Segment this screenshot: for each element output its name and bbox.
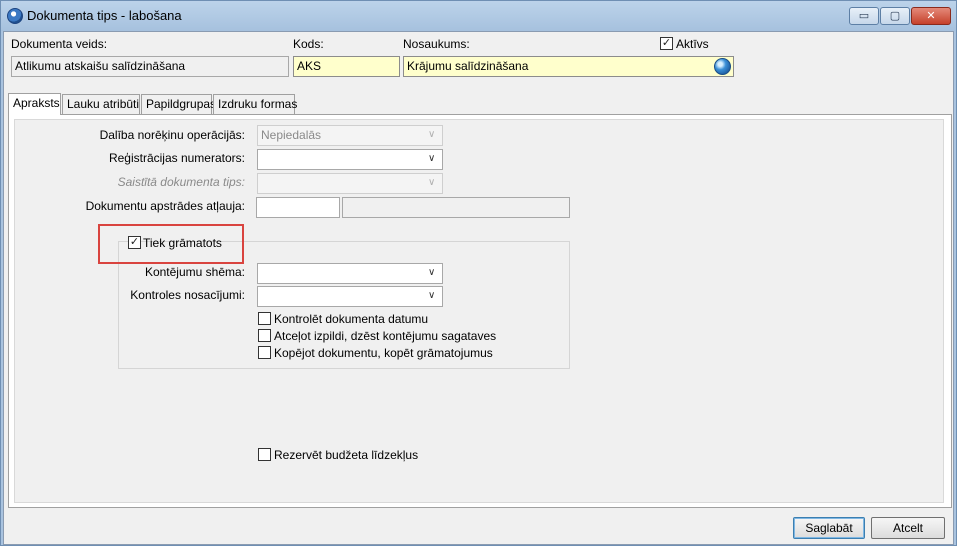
tab-additional-groups[interactable]: Papildgrupas bbox=[141, 94, 216, 114]
posting-checkbox[interactable]: ✓ bbox=[128, 236, 141, 249]
conditions-select[interactable]: ∨ bbox=[257, 286, 443, 307]
cancel-button[interactable]: Atcelt bbox=[871, 517, 945, 539]
title-bar[interactable]: Dokumenta tips - labošana ▭ ▢ ✕ bbox=[1, 1, 956, 31]
chevron-down-icon: ∨ bbox=[428, 129, 436, 140]
settlement-select: Nepiedalās ∨ bbox=[257, 125, 443, 146]
registration-select[interactable]: ∨ bbox=[257, 149, 443, 170]
window-title: Dokumenta tips - labošana bbox=[27, 8, 182, 23]
tab-apraksts[interactable]: Apraksts bbox=[8, 93, 61, 115]
reserve-budget-label: Rezervēt budžeta līdzekļus bbox=[274, 448, 419, 462]
linked-doc-select: ∨ bbox=[257, 173, 443, 194]
settlement-label: Dalība norēķinu operācijās: bbox=[99, 128, 245, 142]
conditions-label: Kontroles nosacījumi: bbox=[130, 288, 245, 302]
active-checkbox[interactable]: ✓ bbox=[660, 37, 673, 50]
reserve-budget-checkbox[interactable] bbox=[258, 448, 271, 461]
doc-type-field: Atlikumu atskaišu salīdzināšana bbox=[11, 56, 289, 77]
check-doc-date-label: Kontrolēt dokumenta datumu bbox=[274, 312, 429, 326]
chevron-down-icon[interactable]: ∨ bbox=[428, 266, 438, 280]
permission-name-field bbox=[342, 197, 570, 218]
form-area: Dalība norēķinu operācijās: Nepiedalās ∨… bbox=[14, 119, 944, 503]
dialog-body: Dokumenta veids: Atlikumu atskaišu salīd… bbox=[3, 31, 954, 545]
code-label: Kods: bbox=[293, 37, 324, 51]
close-button[interactable]: ✕ bbox=[911, 7, 951, 25]
active-label: Aktīvs bbox=[676, 37, 709, 51]
linked-doc-label: Saistītā dokumenta tips: bbox=[117, 175, 245, 189]
minimize-button[interactable]: ▭ bbox=[849, 7, 879, 25]
permission-code-input[interactable] bbox=[256, 197, 340, 218]
permission-label: Dokumentu apstrādes atļauja: bbox=[85, 199, 245, 213]
registration-label: Reģistrācijas numerators: bbox=[108, 151, 245, 165]
code-input[interactable]: AKS bbox=[293, 56, 400, 77]
copy-postings-checkbox[interactable] bbox=[258, 346, 271, 359]
dialog-window: Dokumenta tips - labošana ▭ ▢ ✕ Dokument… bbox=[0, 0, 957, 546]
posting-label: Tiek grāmatots bbox=[143, 236, 222, 250]
tab-panel-apraksts: Dalība norēķinu operācijās: Nepiedalās ∨… bbox=[8, 114, 952, 508]
tab-print-forms[interactable]: Izdruku formas bbox=[213, 94, 297, 114]
chevron-down-icon[interactable]: ∨ bbox=[428, 289, 438, 303]
maximize-button[interactable]: ▢ bbox=[880, 7, 910, 25]
delete-drafts-checkbox[interactable] bbox=[258, 329, 271, 342]
delete-drafts-label: Atceļot izpildi, dzēst kontējumu sagatav… bbox=[274, 329, 497, 343]
check-doc-date-checkbox[interactable] bbox=[258, 312, 271, 325]
chevron-down-icon: ∨ bbox=[428, 177, 436, 188]
settlement-value: Nepiedalās bbox=[261, 128, 322, 142]
name-label: Nosaukums: bbox=[403, 37, 470, 51]
tab-field-attributes[interactable]: Lauku atribūti bbox=[62, 94, 140, 114]
chevron-down-icon[interactable]: ∨ bbox=[428, 152, 438, 166]
name-input[interactable]: Krājumu salīdzināšana bbox=[403, 56, 734, 77]
scheme-select[interactable]: ∨ bbox=[257, 263, 443, 284]
translate-globe-icon[interactable] bbox=[714, 58, 731, 75]
app-logo-icon bbox=[7, 8, 23, 24]
scheme-label: Kontējumu shēma: bbox=[144, 265, 245, 279]
copy-postings-label: Kopējot dokumentu, kopēt grāmatojumus bbox=[274, 346, 493, 360]
save-button[interactable]: Saglabāt bbox=[793, 517, 865, 539]
doc-type-label: Dokumenta veids: bbox=[11, 37, 108, 51]
